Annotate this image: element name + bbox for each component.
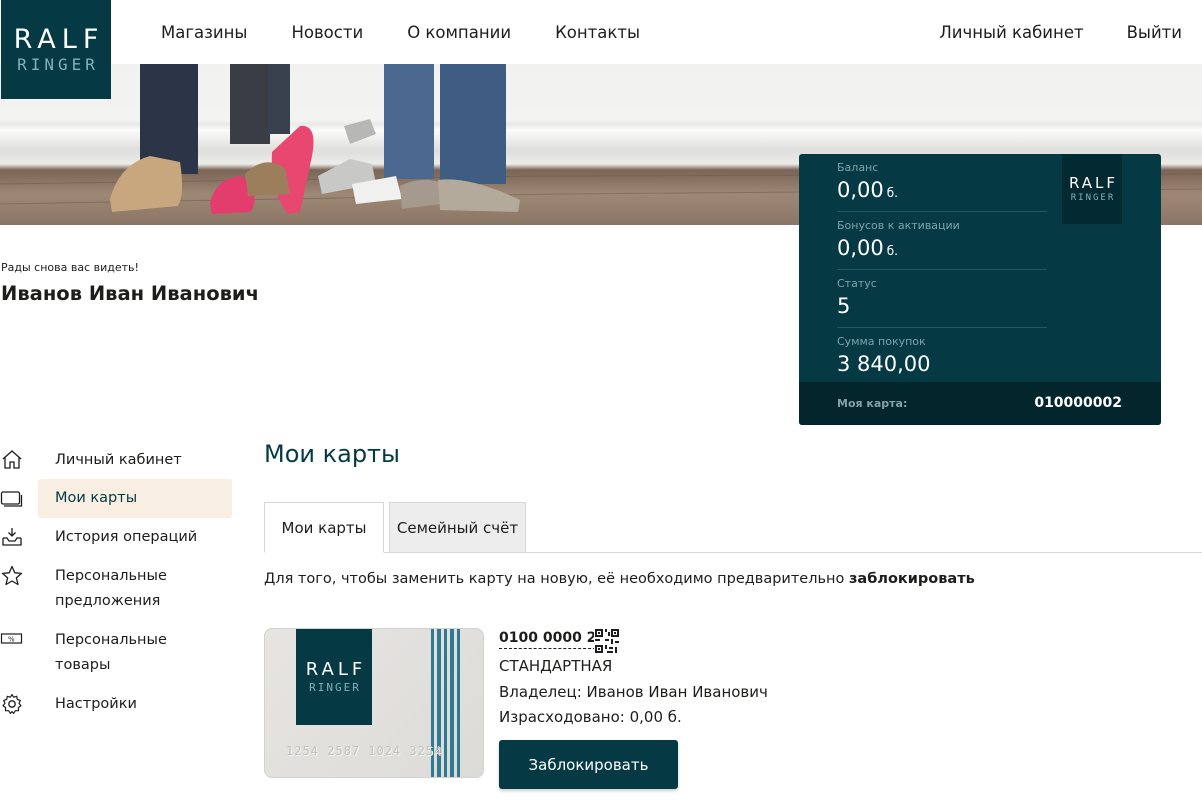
sidebar-item-label: Настройки bbox=[55, 696, 137, 712]
nav-link-about[interactable]: О компании bbox=[407, 23, 511, 42]
balance-label: Баланс bbox=[837, 161, 879, 174]
logo-line-2: RINGER bbox=[17, 54, 99, 74]
bonus-row: Бонусов к активации 0,00 б. bbox=[837, 212, 1047, 270]
my-card-number: 010000002 bbox=[1034, 395, 1122, 411]
block-card-button[interactable]: Заблокировать bbox=[499, 740, 678, 789]
notice-text: Для того, чтобы заменить карту на новую,… bbox=[264, 571, 849, 587]
card-number-link[interactable]: 0100 0000 2 bbox=[499, 630, 597, 649]
sidebar-item-personal-products[interactable]: % Персональные товары bbox=[0, 628, 232, 680]
sidebar-item-my-cards[interactable]: Мои карты bbox=[0, 479, 232, 518]
user-name: Иванов Иван Иванович bbox=[1, 282, 259, 305]
welcome-text: Рады снова вас видеть! bbox=[1, 261, 139, 274]
star-icon bbox=[1, 565, 23, 586]
gear-icon bbox=[2, 693, 22, 714]
tab-family-account[interactable]: Семейный счёт bbox=[389, 502, 526, 553]
svg-text:%: % bbox=[8, 636, 15, 644]
card-spent: Израсходовано: 0,00 б. bbox=[499, 708, 682, 726]
sidebar-item-label: Личный кабинет bbox=[55, 452, 182, 468]
balance-row: Баланс 0,00 б. bbox=[837, 154, 1047, 212]
purchases-row: Сумма покупок 3 840,00 bbox=[837, 328, 1047, 386]
top-header: Магазины Новости О компании Контакты Лич… bbox=[0, 0, 1202, 64]
purchases-value: 3 840,00 bbox=[837, 352, 931, 376]
bonus-label: Бонусов к активации bbox=[837, 219, 960, 232]
status-row: Статус 5 bbox=[837, 270, 1047, 328]
balance-value: 0,00 б. bbox=[837, 178, 898, 202]
nav-link-logout[interactable]: Выйти bbox=[1127, 23, 1182, 42]
purchases-label: Сумма покупок bbox=[837, 335, 926, 348]
status-value: 5 bbox=[837, 294, 851, 318]
discount-tag-icon: % bbox=[0, 633, 23, 644]
nav-link-account[interactable]: Личный кабинет bbox=[939, 23, 1083, 42]
tab-my-cards[interactable]: Мои карты bbox=[264, 502, 384, 553]
logo-line-1: RALF bbox=[13, 23, 105, 55]
sidebar-item-account[interactable]: Личный кабинет bbox=[0, 448, 232, 476]
cards-icon bbox=[0, 491, 23, 507]
history-icon bbox=[2, 528, 22, 546]
sidebar-item-label: Персональные товары bbox=[55, 632, 167, 673]
brand-logo[interactable]: RALF RINGER bbox=[1, 0, 111, 99]
card-owner: Владелец: Иванов Иван Иванович bbox=[499, 683, 768, 701]
home-icon bbox=[2, 450, 22, 469]
replace-card-notice: Для того, чтобы заменить карту на новую,… bbox=[264, 571, 975, 587]
balance-panel: Баланс 0,00 б. Бонусов к активации 0,00 б.… bbox=[799, 154, 1161, 425]
my-card-label: Моя карта: bbox=[837, 397, 908, 410]
loyalty-card-image: RALF RINGER 1254 2587 1024 3254 bbox=[264, 628, 484, 778]
sidebar-item-history[interactable]: История операций bbox=[0, 525, 232, 553]
sidebar-item-settings[interactable]: Настройки bbox=[0, 692, 232, 720]
sidebar-item-label: История операций bbox=[55, 529, 198, 545]
notice-bold-text: заблокировать bbox=[848, 571, 975, 587]
panel-logo: RALF RINGER bbox=[1062, 154, 1122, 224]
sidebar-item-label: Персональные предложения bbox=[55, 568, 167, 609]
my-card-footer: Моя карта: 010000002 bbox=[799, 382, 1161, 425]
sidebar-item-label: Мои карты bbox=[55, 490, 138, 506]
account-nav: Личный кабинет Выйти bbox=[896, 0, 1182, 64]
nav-link-contacts[interactable]: Контакты bbox=[555, 23, 640, 42]
bonus-value: 0,00 б. bbox=[837, 236, 898, 260]
main-nav: Магазины Новости О компании Контакты bbox=[161, 0, 684, 64]
page-title: Мои карты bbox=[264, 440, 400, 468]
nav-link-stores[interactable]: Магазины bbox=[161, 23, 247, 42]
status-label: Статус bbox=[837, 277, 877, 290]
sidebar-item-personal-offers[interactable]: Персональные предложения bbox=[0, 564, 232, 616]
card-printed-number: 1254 2587 1024 3254 bbox=[286, 744, 443, 758]
nav-link-news[interactable]: Новости bbox=[291, 23, 363, 42]
card-logo: RALF RINGER bbox=[296, 629, 372, 725]
qr-code-icon[interactable] bbox=[594, 628, 620, 654]
card-type: СТАНДАРТНАЯ bbox=[499, 657, 613, 675]
